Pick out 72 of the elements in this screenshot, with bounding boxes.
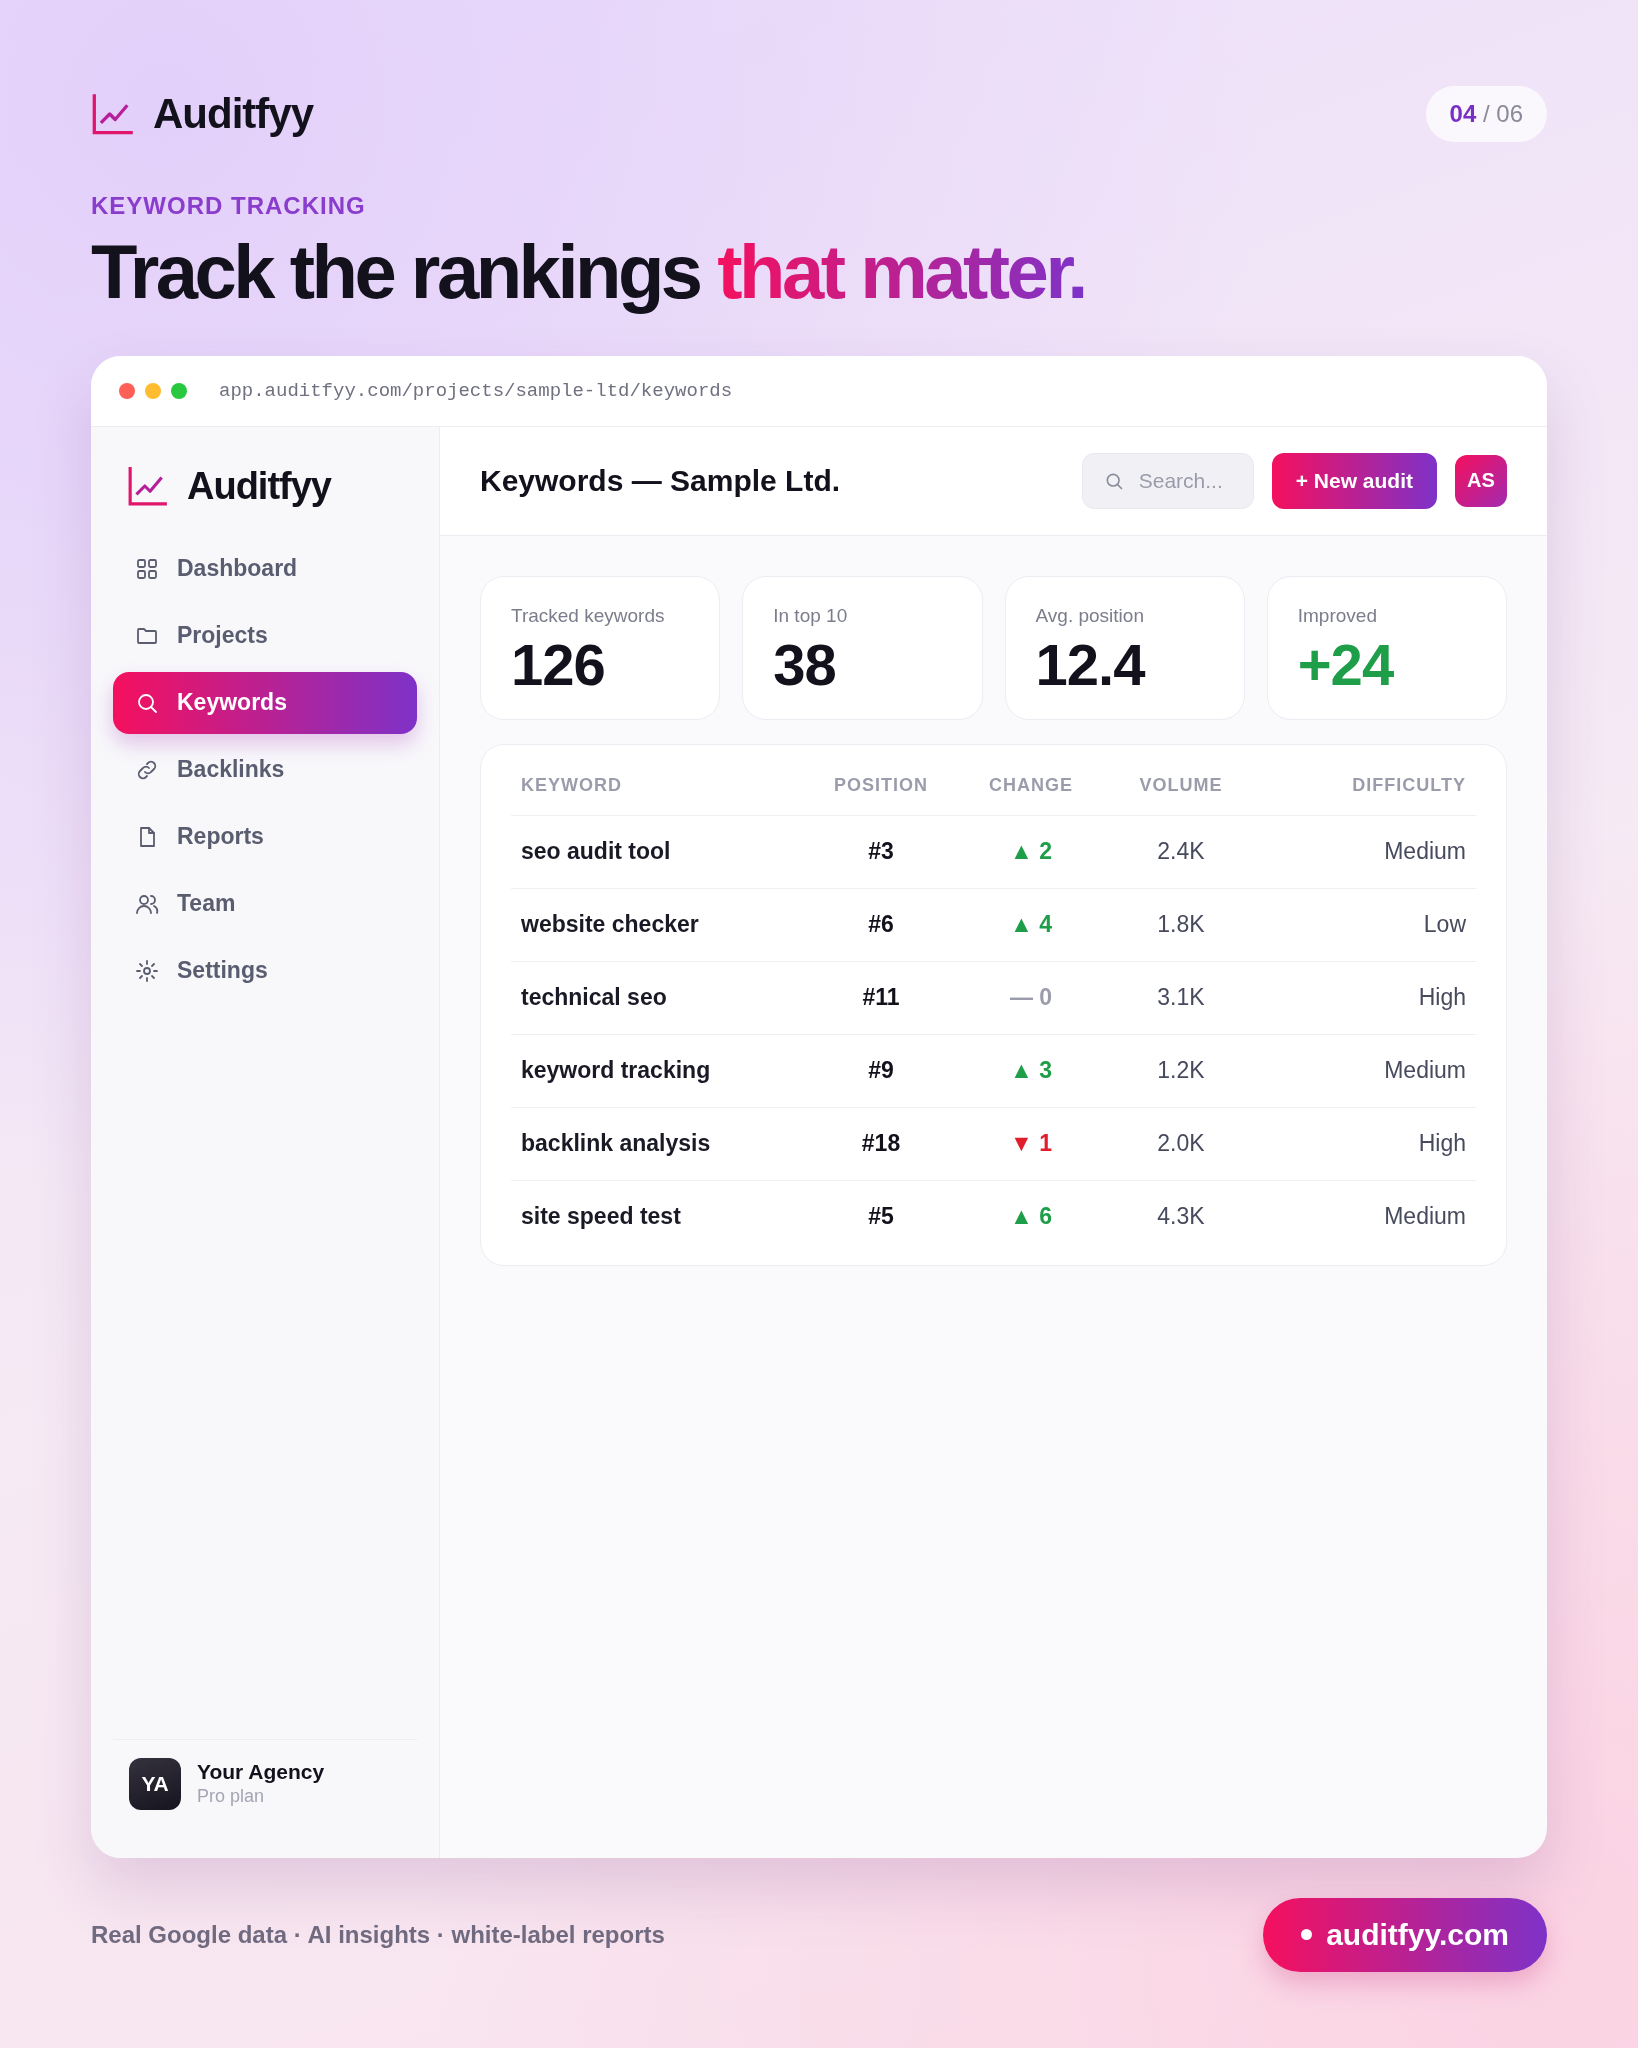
stat-value: 126 [511, 630, 606, 698]
account-avatar: YA [129, 1757, 181, 1810]
nav-item[interactable]: Reports [113, 805, 417, 868]
table-cell-text: technical seo [521, 984, 668, 1012]
page-counter: 04 / 06 [1425, 86, 1547, 142]
column-header: VOLUME [1138, 775, 1224, 797]
table-cell-text: — 0 [1008, 984, 1054, 1012]
tagline: Real Google data · AI insights · white-label reports [91, 1920, 665, 1949]
table-cell-text: website checker [521, 911, 700, 939]
website-link[interactable]: auditfyy.com [1263, 1897, 1547, 1972]
sun-icon [135, 958, 159, 983]
nav-item[interactable]: Team [113, 872, 417, 935]
url-text: app.auditfyy.com/projects/sample-ltd/keywords [219, 379, 733, 402]
search-field[interactable]: Search... [1081, 452, 1254, 509]
grid-icon [135, 556, 159, 581]
stat-value: 38 [773, 630, 837, 698]
table-cell-text: ▼ 1 [1009, 1130, 1053, 1158]
stat-label: In top 10 [773, 604, 849, 627]
account-name: Your Agency [197, 1760, 325, 1785]
table-cell-text: ▲ 6 [1009, 1203, 1053, 1231]
stat-label: Improved [1297, 604, 1378, 627]
headline: Track the rankings that matter. [91, 230, 1086, 314]
nav-item[interactable]: Keywords [113, 671, 417, 734]
chart-logo-icon [127, 465, 169, 508]
nav-item[interactable]: Dashboard [113, 537, 417, 600]
close-dot-icon[interactable] [119, 382, 135, 399]
stat-value: 12.4 [1035, 630, 1147, 698]
table-cell-text: ▲ 3 [1009, 1057, 1053, 1085]
table-cell-text: backlink analysis [521, 1130, 712, 1158]
table-cell-text: ▲ 4 [1009, 911, 1053, 939]
table-cell-text: High [1417, 984, 1466, 1012]
table-cell-text: 2.4K [1156, 838, 1206, 866]
table-cell-text: 2.0K [1156, 1130, 1206, 1158]
table-cell-text: 4.3K [1156, 1203, 1206, 1231]
page-title: Keywords — Sample Ltd. [480, 463, 842, 498]
stat-label: Tracked keywords [511, 604, 666, 627]
table-cell-text: #9 [867, 1057, 895, 1085]
table-cell-text: 3.1K [1156, 984, 1206, 1012]
brand-name: Auditfyy [153, 90, 313, 138]
table-cell-text: Medium [1383, 838, 1466, 866]
minimize-dot-icon[interactable] [145, 382, 161, 399]
maximize-dot-icon[interactable] [171, 382, 187, 399]
table-cell-text: 1.2K [1156, 1057, 1206, 1085]
table-cell-text: Medium [1383, 1203, 1466, 1231]
stat-value: +24 [1297, 630, 1395, 698]
table-cell-text: seo audit tool [521, 838, 672, 866]
nav-item[interactable]: Projects [113, 604, 417, 667]
eyebrow-label: KEYWORD TRACKING [91, 192, 367, 220]
column-header: CHANGE [988, 775, 1074, 797]
column-header: DIFFICULTY [1351, 775, 1466, 797]
brand-name: Auditfyy [187, 464, 331, 508]
stat-label: Avg. position [1035, 604, 1145, 627]
table-cell-text: #3 [867, 838, 895, 866]
nav-item[interactable]: Settings [113, 939, 417, 1002]
table-cell-text: Low [1422, 911, 1466, 939]
column-header: KEYWORD [521, 775, 623, 797]
table-cell-text: #11 [861, 984, 901, 1012]
table-cell-text: #6 [867, 911, 895, 939]
table-cell-text: #18 [860, 1130, 902, 1158]
table-cell-text: ▲ 2 [1009, 838, 1053, 866]
table-cell-text: 1.8K [1156, 911, 1206, 939]
table-cell-text: High [1417, 1130, 1466, 1158]
account-plan: Pro plan [197, 1786, 266, 1808]
nav-item[interactable]: Backlinks [113, 738, 417, 801]
table-cell-text: #5 [867, 1203, 895, 1231]
chart-logo-icon [91, 92, 135, 136]
new-audit-button[interactable]: + New audit [1271, 452, 1437, 509]
table-cell-text: Medium [1383, 1057, 1466, 1085]
table-cell-text: site speed test [521, 1203, 682, 1231]
table-cell-text: keyword tracking [521, 1057, 712, 1085]
column-header: POSITION [833, 775, 929, 797]
user-avatar[interactable]: AS [1455, 454, 1507, 507]
